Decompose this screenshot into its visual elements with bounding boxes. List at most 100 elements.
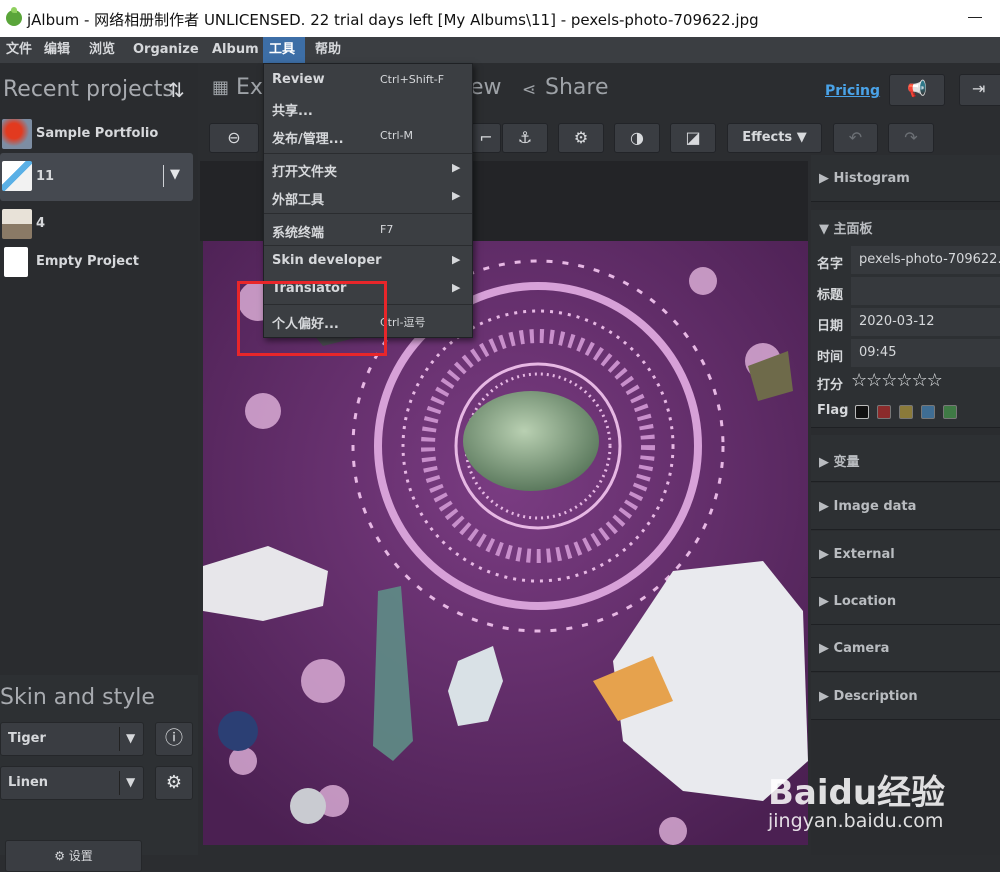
crop-icon: ⌐ [479,128,493,147]
info-icon: ⓘ [165,728,183,749]
jalbum-logo-icon [6,7,22,26]
style-value: Linen [8,775,49,790]
rating-stars[interactable]: ☆☆☆☆☆☆ [851,370,943,391]
project-label: Sample Portfolio [36,126,159,141]
pricing-link[interactable]: Pricing [825,83,880,99]
date-field[interactable]: 2020-03-12 [851,308,1000,336]
divider [163,165,164,187]
settings-button[interactable]: ⚙ [155,766,193,800]
menu-item-label: 发布/管理... [272,132,344,147]
watermark-brand: Baidu经验 [768,773,946,813]
project-11[interactable]: 11 ▼ [0,153,193,201]
gear-icon: ⚙ [165,772,183,793]
divider [119,727,120,751]
effects-label: Effects [742,130,793,145]
menu-help[interactable]: 帮助 [309,37,347,63]
menu-separator [264,245,472,246]
project-empty[interactable]: Empty Project [0,243,198,281]
chevron-down-icon: ▼ [126,775,136,789]
menu-separator [264,153,472,154]
date-label: 日期 [817,319,844,334]
menu-item-review[interactable]: Review Ctrl+Shift-F [264,66,472,94]
menu-item-open-folder[interactable]: 打开文件夹 ▶ [264,155,472,183]
section-external[interactable]: ▶ External [811,531,1000,578]
submenu-arrow-icon: ▶ [452,189,461,202]
settings-partial-button[interactable]: ⚙ 设置 [5,840,142,872]
section-label[interactable]: ▼ 主面板 [819,218,873,237]
project-label: 11 [36,169,55,184]
undo-icon: ↶ [848,128,863,147]
menu-item-publish[interactable]: 发布/管理... Ctrl-M [264,122,472,150]
project-thumbnail [2,119,32,149]
menu-browse[interactable]: 浏览 [83,37,121,63]
section-label: ▶ External [819,547,895,562]
flag-swatch[interactable] [855,405,869,419]
skin-select[interactable]: Tiger ▼ [0,722,144,756]
settings-partial-label: 设置 [68,849,93,863]
title-field[interactable] [851,277,1000,305]
exposure-icon: ◪ [685,128,701,147]
menu-item-shortcut: F7 [380,223,394,236]
flag-swatch[interactable] [877,405,892,419]
time-label: 时间 [817,350,844,365]
style-select[interactable]: Linen ▼ [0,766,144,800]
tab-share[interactable]: Share [545,75,609,100]
skin-heading: Skin and style [0,685,155,710]
title-label: 标题 [817,288,844,303]
adjust-button[interactable]: ⚙ [558,123,604,153]
anchor-button[interactable]: ⚓ [502,123,548,153]
tab-explore[interactable]: Ex [236,75,263,100]
redo-icon: ↷ [904,128,918,147]
info-button[interactable]: ⓘ [155,722,193,756]
effects-button[interactable]: Effects ▼ [727,123,822,153]
flag-swatch[interactable] [921,405,936,419]
crop-button[interactable]: ⌐ [471,123,501,153]
project-sample-portfolio[interactable]: Sample Portfolio [0,115,198,153]
section-variables[interactable]: ▶ 变量 [811,435,1000,482]
menu-organize[interactable]: Organize [127,37,205,63]
menu-item-shortcut: Ctrl-M [380,129,414,142]
tab-preview[interactable]: ew [470,75,502,100]
menu-item-label: 打开文件夹 [272,165,338,180]
flag-swatch[interactable] [899,405,914,419]
title-bar: jAlbum - 网络相册制作者 UNLICENSED. 22 trial da… [0,0,1000,37]
redo-button[interactable]: ↷ [888,123,934,153]
rating-label: 打分 [817,378,844,393]
left-panel: Recent projects ⇅ Sample Portfolio 11 ▼ … [0,63,198,872]
zoom-out-button[interactable]: ⊖ [209,123,259,153]
menu-item-label: Skin developer [272,253,382,268]
section-camera[interactable]: ▶ Camera [811,625,1000,672]
flag-swatch[interactable] [943,405,958,419]
contrast-button[interactable]: ◑ [614,123,660,153]
undo-button[interactable]: ↶ [833,123,878,153]
chevron-down-icon: ▼ [796,130,807,145]
time-field[interactable]: 09:45 [851,339,1000,367]
menu-file[interactable]: 文件 [0,37,38,63]
chevron-down-icon[interactable]: ▼ [170,167,180,182]
menu-bar: 文件 编辑 浏览 Organize Album 工具 帮助 [0,37,1000,63]
project-4[interactable]: 4 [0,205,198,243]
menu-item-external-tools[interactable]: 外部工具 ▶ [264,183,472,211]
exposure-button[interactable]: ◪ [670,123,716,153]
section-label: ▶ Image data [819,499,917,514]
sort-icon[interactable]: ⇅ [168,78,185,102]
menu-tools[interactable]: 工具 [263,37,305,63]
menu-item-skin-developer[interactable]: Skin developer ▶ [264,247,472,275]
divider [119,771,120,795]
section-description[interactable]: ▶ Description [811,673,1000,720]
menu-edit[interactable]: 编辑 [38,37,76,63]
section-image-data[interactable]: ▶ Image data [811,483,1000,530]
announce-button[interactable]: 📢 [889,74,945,106]
minimize-icon[interactable] [968,17,982,18]
menu-item-share[interactable]: 共享... [264,94,472,122]
name-field[interactable]: pexels-photo-709622.jpg [851,246,1000,274]
section-location[interactable]: ▶ Location [811,578,1000,625]
gear-icon: ⚙ [54,849,65,863]
menu-album[interactable]: Album [206,37,265,63]
section-label: ▶ Location [819,594,897,609]
login-button[interactable]: ⇥ [959,74,1000,106]
menu-item-label: 共享... [272,104,313,119]
menu-item-terminal[interactable]: 系统终端 F7 [264,216,472,244]
window-title: jAlbum - 网络相册制作者 UNLICENSED. 22 trial da… [27,11,759,29]
section-histogram[interactable]: ▶ Histogram [811,155,1000,202]
